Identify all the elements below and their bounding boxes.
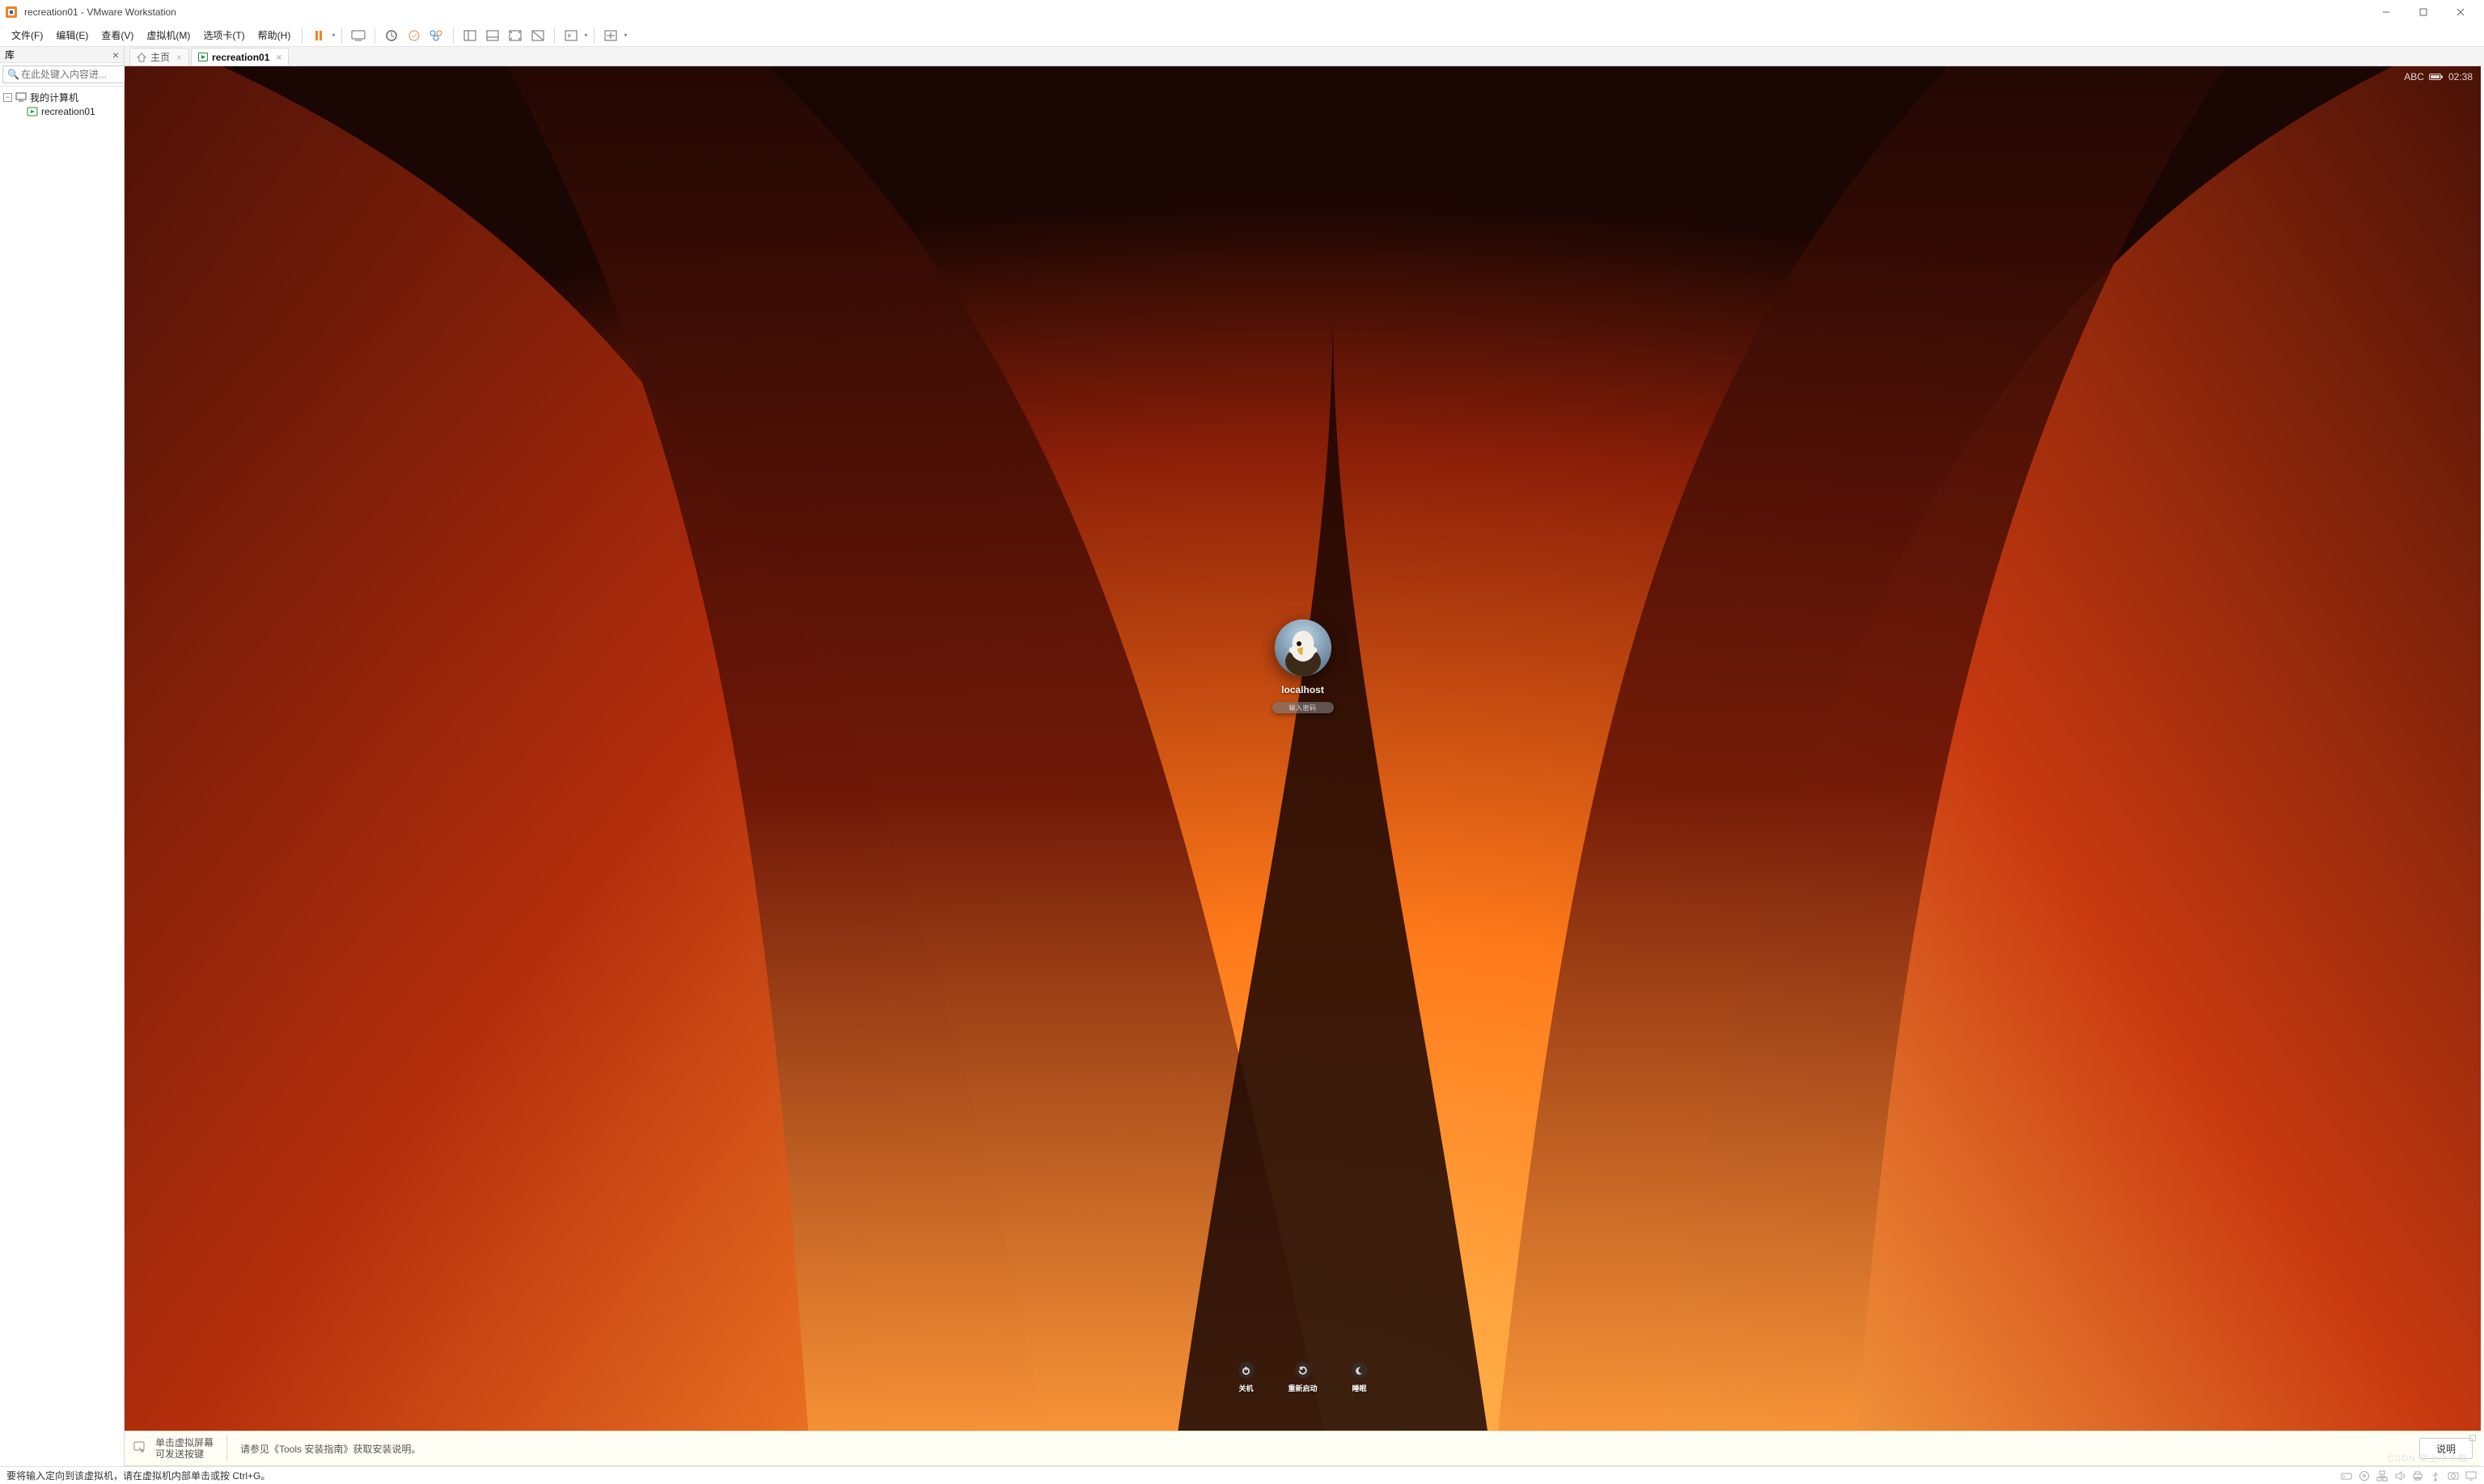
restart-label: 重新启动 (1288, 1383, 1317, 1393)
sleep-label: 睡眠 (1352, 1383, 1366, 1393)
status-devices (2340, 1469, 2478, 1482)
tab-close-icon[interactable]: × (176, 52, 182, 63)
power-dropdown-icon[interactable]: ▾ (330, 32, 336, 39)
hintbar-expand-icon[interactable] (2469, 1435, 2476, 1441)
view-fullscreen-button[interactable] (506, 26, 525, 45)
suspend-vm-button[interactable] (309, 26, 328, 45)
tree-vm-recreation01[interactable]: recreation01 (0, 104, 124, 119)
shutdown-label: 关机 (1238, 1383, 1253, 1393)
menubar: 文件(F) 编辑(E) 查看(V) 虚拟机(M) 选项卡(T) 帮助(H) ▾ (0, 24, 2484, 47)
menu-edit[interactable]: 编辑(E) (49, 25, 95, 45)
library-tree: − 我的计算机 recreation01 (0, 87, 124, 1466)
vm-running-icon (26, 106, 39, 117)
library-sidebar: 库 × 🔍 ▼ − 我的计算机 (0, 47, 125, 1466)
snapshot-take-button[interactable] (382, 26, 401, 45)
tools-guide-link[interactable]: Tools 安装指南 (279, 1444, 343, 1455)
status-bar: 要将输入定向到该虚拟机，请在虚拟机内部单击或按 Ctrl+G。 (0, 1466, 2484, 1484)
tab-vm-recreation01[interactable]: recreation01 × (191, 48, 289, 66)
hint-click-to-send-keys: 单击虚拟屏幕 可发送按键 (133, 1437, 214, 1461)
menu-view[interactable]: 查看(V) (95, 25, 140, 45)
guest-sleep-button[interactable]: 睡眠 (1352, 1362, 1368, 1393)
tab-vm-label: recreation01 (212, 52, 269, 63)
status-hdd-icon[interactable] (2340, 1469, 2353, 1482)
view-unity-button[interactable] (528, 26, 548, 45)
status-display-icon[interactable] (2465, 1469, 2478, 1482)
hint-line2: 可发送按键 (155, 1448, 204, 1460)
tab-strip: 主页 × recreation01 × (125, 47, 2484, 66)
sidebar-header: 库 × (0, 47, 124, 63)
vm-console[interactable]: ABC 02:38 (125, 66, 2481, 1431)
battery-icon (2429, 73, 2444, 81)
sidebar-close-icon[interactable]: × (112, 49, 119, 61)
menu-file[interactable]: 文件(F) (5, 25, 49, 45)
toolbar-separator (302, 27, 303, 44)
guest-restart-button[interactable]: 重新启动 (1288, 1362, 1317, 1393)
input-source-indicator[interactable]: ABC (2404, 71, 2424, 82)
tab-home-label: 主页 (150, 50, 170, 64)
vmware-app-icon (5, 6, 18, 19)
window-close-button[interactable] (2442, 0, 2479, 24)
send-ctrl-alt-del-button[interactable] (349, 26, 368, 45)
search-icon: 🔍 (7, 69, 19, 80)
toolbar-separator (554, 27, 555, 44)
toolbar-separator (341, 27, 342, 44)
vm-hint-bar: 单击虚拟屏幕 可发送按键 请参见《Tools 安装指南》获取安装说明。 说明 (125, 1431, 2481, 1466)
password-placeholder: 输入密码 (1289, 704, 1317, 712)
status-camera-icon[interactable] (2447, 1469, 2460, 1482)
main-area: 主页 × recreation01 × (125, 47, 2484, 1466)
sidebar-search: 🔍 ▼ (0, 63, 124, 87)
cursor-grab-icon (133, 1440, 149, 1457)
status-printer-icon[interactable] (2411, 1469, 2424, 1482)
window-minimize-button[interactable] (2368, 0, 2405, 24)
status-cd-icon[interactable] (2358, 1469, 2371, 1482)
user-avatar[interactable] (1275, 619, 1331, 676)
home-icon (137, 53, 146, 62)
view-thumbnail-button[interactable] (483, 26, 502, 45)
guest-wallpaper (125, 66, 2481, 1431)
tree-vm-label: recreation01 (41, 106, 95, 117)
sidebar-title: 库 (5, 48, 15, 61)
username-label: localhost (1281, 684, 1324, 695)
hint-tools-text: 请参见《Tools 安装指南》获取安装说明。 (240, 1442, 421, 1456)
window-maximize-button[interactable] (2405, 0, 2442, 24)
stretch-guest-button[interactable] (601, 26, 620, 45)
guest-shutdown-button[interactable]: 关机 (1238, 1362, 1254, 1393)
tree-collapse-icon[interactable]: − (3, 93, 12, 102)
restart-icon (1294, 1362, 1310, 1378)
tab-home[interactable]: 主页 × (129, 48, 189, 66)
stretch-dropdown-icon[interactable]: ▾ (622, 32, 628, 39)
power-icon (1238, 1362, 1254, 1378)
guest-menubar-right: ABC 02:38 (2404, 71, 2473, 82)
console-button[interactable] (561, 26, 581, 45)
toolbar-separator (453, 27, 454, 44)
view-side-panel-button[interactable] (460, 26, 480, 45)
computer-icon (15, 91, 28, 103)
status-network-icon[interactable] (2376, 1469, 2389, 1482)
vm-running-icon (198, 53, 208, 61)
password-input[interactable]: 输入密码 (1272, 702, 1334, 713)
window-title: recreation01 - VMware Workstation (24, 6, 176, 18)
status-text: 要将输入定向到该虚拟机，请在虚拟机内部单击或按 Ctrl+G。 (6, 1469, 270, 1482)
watermark-text: CSDN 文上小小脑 (2388, 1452, 2468, 1465)
tree-root-label: 我的计算机 (30, 91, 78, 104)
hint-separator (226, 1435, 227, 1461)
status-usb-icon[interactable] (2429, 1469, 2442, 1482)
snapshot-revert-button[interactable] (404, 26, 424, 45)
snapshot-manager-button[interactable] (427, 26, 446, 45)
guest-clock: 02:38 (2448, 71, 2473, 82)
tab-close-icon[interactable]: × (276, 52, 281, 63)
status-sound-icon[interactable] (2393, 1469, 2406, 1482)
titlebar: recreation01 - VMware Workstation (0, 0, 2484, 24)
menu-tabs[interactable]: 选项卡(T) (197, 25, 251, 45)
guest-login-panel: localhost 输入密码 (1230, 619, 1376, 713)
tree-root-my-computer[interactable]: − 我的计算机 (0, 90, 124, 104)
hint-line1: 单击虚拟屏幕 (155, 1437, 214, 1448)
toolbar-separator (594, 27, 595, 44)
console-dropdown-icon[interactable]: ▾ (582, 32, 589, 39)
sleep-icon (1352, 1362, 1368, 1378)
menu-help[interactable]: 帮助(H) (252, 25, 298, 45)
guest-power-row: 关机 重新启动 睡眠 (1238, 1362, 1367, 1393)
menu-vm[interactable]: 虚拟机(M) (140, 25, 197, 45)
